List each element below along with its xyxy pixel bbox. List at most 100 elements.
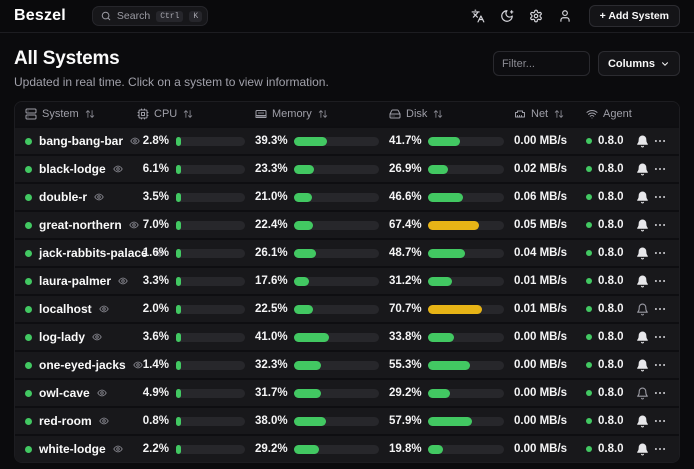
sort-icon [433, 109, 443, 119]
system-name: black-lodge [39, 162, 106, 176]
table-row[interactable]: log-lady 3.6% 41.0% 33.8% 0.00 MB/s 0.8.… [15, 322, 679, 350]
table-row[interactable]: laura-palmer 3.3% 17.6% 31.2% 0.01 MB/s … [15, 266, 679, 294]
bell-button[interactable] [636, 185, 649, 209]
more-button[interactable] [653, 157, 667, 181]
more-button[interactable] [653, 353, 667, 377]
user-button[interactable] [554, 5, 576, 27]
gear-icon [529, 9, 543, 23]
table-row[interactable]: red-room 0.8% 38.0% 57.9% 0.00 MB/s 0.8.… [15, 406, 679, 434]
more-button[interactable] [653, 437, 667, 461]
disk-meter [428, 333, 504, 342]
disk-meter [428, 165, 504, 174]
net-value: 0.02 MB/s [514, 163, 567, 175]
table-row[interactable]: localhost 2.0% 22.5% 70.7% 0.01 MB/s 0.8… [15, 294, 679, 322]
theme-toggle-button[interactable] [496, 5, 518, 27]
memory-stick-icon [255, 108, 267, 120]
ellipsis-icon [653, 358, 667, 372]
app-logo[interactable]: Beszel [14, 7, 66, 25]
net-value: 0.00 MB/s [514, 415, 567, 427]
agent-version: 0.8.0 [598, 387, 624, 399]
system-name: bang-bang-bar [39, 134, 123, 148]
more-button[interactable] [653, 213, 667, 237]
disk-meter [428, 137, 504, 146]
page-subtitle: Updated in real time. Click on a system … [14, 75, 329, 89]
bell-icon [636, 443, 649, 456]
bell-button[interactable] [636, 437, 649, 461]
system-name: white-lodge [39, 442, 106, 456]
net-value: 0.01 MB/s [514, 303, 567, 315]
bell-icon [636, 359, 649, 372]
table-row[interactable]: one-eyed-jacks 1.4% 32.3% 55.3% 0.00 MB/… [15, 350, 679, 378]
bell-button[interactable] [636, 381, 649, 405]
add-system-button[interactable]: + Add System [589, 5, 680, 27]
table-row[interactable]: jack-rabbits-palace 1.6% 26.1% 48.7% 0.0… [15, 238, 679, 266]
disk-value: 55.3% [389, 359, 421, 371]
table-row[interactable]: black-lodge 6.1% 23.3% 26.9% 0.02 MB/s 0… [15, 154, 679, 182]
bell-button[interactable] [636, 325, 649, 349]
table-row[interactable]: double-r 3.5% 21.0% 46.6% 0.06 MB/s 0.8.… [15, 182, 679, 210]
memory-meter-fill [294, 249, 316, 258]
more-button[interactable] [653, 269, 667, 293]
bell-icon [636, 163, 649, 176]
bell-button[interactable] [636, 157, 649, 181]
search-icon [101, 11, 111, 21]
memory-value: 29.2% [255, 443, 287, 455]
bell-button[interactable] [636, 269, 649, 293]
column-header-cpu[interactable]: CPU [137, 108, 255, 120]
cpu-meter [176, 165, 245, 174]
filter-input[interactable] [493, 51, 590, 76]
bell-button[interactable] [636, 213, 649, 237]
cpu-meter [176, 137, 245, 146]
more-button[interactable] [653, 297, 667, 321]
memory-meter-fill [294, 333, 329, 342]
column-header-memory[interactable]: Memory [255, 108, 389, 120]
table-row[interactable]: owl-cave 4.9% 31.7% 29.2% 0.00 MB/s 0.8.… [15, 378, 679, 406]
system-name: jack-rabbits-palace [39, 246, 148, 260]
disk-meter [428, 417, 504, 426]
agent-status-dot [586, 194, 592, 200]
memory-value: 26.1% [255, 247, 287, 259]
column-header-net[interactable]: Net [514, 108, 586, 120]
cpu-meter-fill [176, 445, 181, 454]
agent-status-dot [586, 446, 592, 452]
more-button[interactable] [653, 129, 667, 153]
eye-icon [113, 164, 123, 174]
memory-value: 22.4% [255, 219, 287, 231]
more-button[interactable] [653, 381, 667, 405]
eye-icon [97, 388, 107, 398]
table-row[interactable]: white-lodge 2.2% 29.2% 19.8% 0.00 MB/s 0… [15, 434, 679, 462]
bell-button[interactable] [636, 409, 649, 433]
ethernet-port-icon [514, 108, 526, 120]
language-button[interactable] [467, 5, 489, 27]
disk-meter-fill [428, 361, 470, 370]
system-name: owl-cave [39, 386, 90, 400]
agent-version: 0.8.0 [598, 415, 624, 427]
status-dot [25, 390, 32, 397]
column-header-agent[interactable]: Agent [586, 108, 641, 120]
more-button[interactable] [653, 185, 667, 209]
more-button[interactable] [653, 409, 667, 433]
memory-meter-fill [294, 361, 321, 370]
eye-icon [113, 444, 123, 454]
bell-button[interactable] [636, 129, 649, 153]
ellipsis-icon [653, 442, 667, 456]
bell-icon [636, 275, 649, 288]
disk-value: 29.2% [389, 387, 421, 399]
settings-button[interactable] [525, 5, 547, 27]
bell-button[interactable] [636, 297, 649, 321]
column-header-system[interactable]: System [25, 108, 137, 120]
search-button[interactable]: Search Ctrl K [92, 6, 208, 26]
bell-button[interactable] [636, 241, 649, 265]
table-row[interactable]: great-northern 7.0% 22.4% 67.4% 0.05 MB/… [15, 210, 679, 238]
column-header-disk[interactable]: Disk [389, 108, 514, 120]
topbar-actions: + Add System [467, 5, 680, 27]
more-button[interactable] [653, 325, 667, 349]
table-row[interactable]: bang-bang-bar 2.8% 39.3% 41.7% 0.00 MB/s… [15, 126, 679, 154]
agent-version: 0.8.0 [598, 163, 624, 175]
more-button[interactable] [653, 241, 667, 265]
system-name: localhost [39, 302, 92, 316]
bell-button[interactable] [636, 353, 649, 377]
cpu-meter-fill [176, 389, 181, 398]
agent-version: 0.8.0 [598, 135, 624, 147]
columns-button[interactable]: Columns [598, 51, 680, 76]
